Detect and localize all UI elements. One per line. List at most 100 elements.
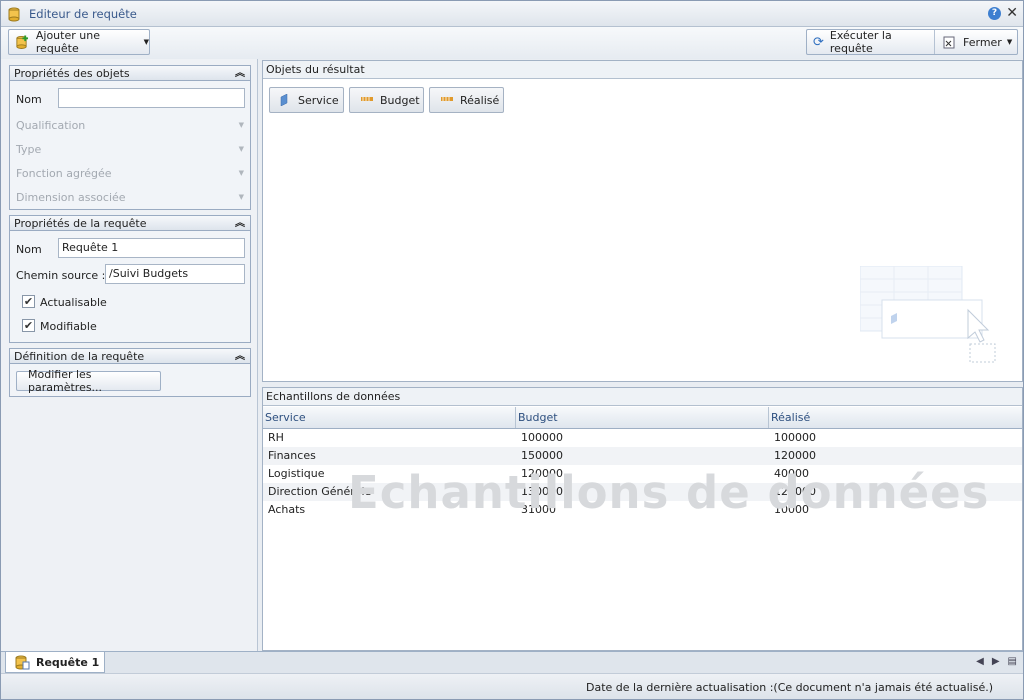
- document-tab-bar: Requête 1 ◀ ▶ ▤: [1, 651, 1023, 673]
- add-query-label: Ajouter une requête: [35, 29, 100, 55]
- last-refresh-status: Date de la dernière actualisation :(Ce d…: [586, 681, 993, 694]
- collapse-icon[interactable]: ︽: [235, 66, 245, 81]
- chevron-down-icon: ▼: [143, 38, 149, 46]
- run-query-button[interactable]: ⟳ Exécuter la requête: [807, 29, 935, 55]
- panel-title: Propriétés des objets: [14, 67, 130, 80]
- query-editor-window: Editeur de requête ? ✕ Ajouter une requê…: [0, 0, 1024, 700]
- refreshable-checkbox[interactable]: ✔: [22, 295, 35, 308]
- chevron-down-icon[interactable]: ▼: [239, 169, 244, 177]
- table-cell: 100000: [774, 431, 816, 444]
- query-name-field[interactable]: Requête 1: [58, 238, 245, 258]
- name-label: Nom: [16, 93, 42, 106]
- chevron-down-icon[interactable]: ▼: [239, 145, 244, 153]
- query-tab-icon: [15, 655, 30, 669]
- close-label: Fermer: [963, 35, 1002, 49]
- chevron-down-icon[interactable]: ▼: [239, 121, 244, 129]
- table-cell: Direction Générale: [268, 485, 372, 498]
- data-samples-table: Service Budget Réalisé RH 100000 100000 Fi…: [263, 407, 1022, 519]
- result-objects-title: Objets du résultat: [263, 61, 1022, 79]
- aggregate-label: Fonction agrégée: [16, 167, 112, 180]
- panel-header: Définition de la requête ︽: [10, 349, 250, 364]
- query-cylinder-icon: [8, 7, 20, 21]
- table-cell: 31000: [521, 503, 556, 516]
- measure-icon: [361, 97, 373, 101]
- title-bar: Editeur de requête ? ✕: [1, 1, 1023, 27]
- table-cell: 125000: [774, 485, 816, 498]
- table-cell: Logistique: [268, 467, 325, 480]
- result-objects-section: Objets du résultat Service Budget Réalis…: [262, 60, 1023, 382]
- close-icon[interactable]: ✕: [1006, 5, 1018, 21]
- result-object-label: Budget: [380, 93, 420, 107]
- table-row: Direction Générale 130000 125000: [263, 483, 1022, 501]
- column-header-budget[interactable]: Budget: [516, 407, 769, 428]
- table-header: Service Budget Réalisé: [263, 407, 1022, 429]
- table-cell: 10000: [774, 503, 809, 516]
- table-cell: 100000: [521, 431, 563, 444]
- source-path-label: Chemin source :: [16, 269, 106, 282]
- add-query-icon: [16, 35, 29, 49]
- column-header-service[interactable]: Service: [263, 407, 516, 428]
- tab-label: Requête 1: [36, 655, 100, 669]
- table-cell: 120000: [521, 467, 563, 480]
- chevron-down-icon: ▼: [1006, 38, 1013, 46]
- run-query-label: Exécuter la requête: [829, 29, 892, 55]
- tab-navigation: ◀ ▶ ▤: [976, 656, 1017, 667]
- collapse-icon[interactable]: ︽: [235, 216, 245, 231]
- source-path-field[interactable]: /Suivi Budgets: [105, 264, 245, 284]
- qualification-label: Qualification: [16, 119, 86, 132]
- table-row: Achats 31000 10000: [263, 501, 1022, 519]
- editable-label: Modifiable: [40, 320, 97, 333]
- table-cell: Finances: [268, 449, 316, 462]
- column-header-realise[interactable]: Réalisé: [769, 407, 1022, 428]
- close-button[interactable]: Fermer ▼: [935, 30, 1012, 54]
- measure-icon: [441, 97, 453, 101]
- refreshable-label: Actualisable: [40, 296, 107, 309]
- table-row: Finances 150000 120000: [263, 447, 1022, 465]
- help-icon[interactable]: ?: [988, 7, 1001, 20]
- panel-title: Définition de la requête: [14, 350, 145, 363]
- refresh-icon: ⟳: [813, 34, 824, 50]
- run-close-group: ⟳ Exécuter la requête Fermer ▼: [806, 29, 1018, 55]
- result-object-label: Service: [298, 93, 339, 107]
- previous-tab-icon[interactable]: ◀: [976, 656, 984, 667]
- type-label: Type: [16, 143, 42, 156]
- object-name-field[interactable]: [58, 88, 245, 108]
- object-properties-panel: Propriétés des objets ︽ Nom Qualification…: [9, 65, 251, 210]
- data-samples-section: Echantillons de données Service Budget R…: [262, 387, 1023, 651]
- table-cell: RH: [268, 431, 284, 444]
- status-bar: Date de la dernière actualisation :(Ce d…: [1, 673, 1023, 699]
- result-object-budget[interactable]: Budget: [349, 87, 424, 113]
- query-properties-panel: Propriétés de la requête ︽ Nom Requête 1 …: [9, 215, 251, 343]
- table-cell: 120000: [774, 449, 816, 462]
- table-cell: 130000: [521, 485, 563, 498]
- table-cell: Achats: [268, 503, 306, 516]
- add-query-button[interactable]: Ajouter une requête ▼: [8, 29, 150, 55]
- edit-parameters-button[interactable]: Modifier les paramètres...: [16, 368, 161, 394]
- tab-list-icon[interactable]: ▤: [1008, 656, 1017, 667]
- panel-header: Propriétés de la requête ︽: [10, 216, 250, 231]
- drag-drop-illustration-icon: [860, 266, 996, 363]
- next-tab-icon[interactable]: ▶: [992, 656, 1000, 667]
- left-pane: Propriétés des objets ︽ Nom Qualification…: [1, 59, 258, 651]
- panel-header: Propriétés des objets ︽: [10, 66, 250, 81]
- query-definition-panel: Définition de la requête ︽ Modifier les p…: [9, 348, 251, 397]
- table-cell: 150000: [521, 449, 563, 462]
- result-object-label: Réalisé: [460, 93, 500, 107]
- editable-checkbox[interactable]: ✔: [22, 319, 35, 332]
- dimension-label: Dimension associée: [16, 191, 126, 204]
- table-body: RH 100000 100000 Finances 150000 120000 Logi…: [263, 429, 1022, 519]
- query-name-label: Nom: [16, 243, 42, 256]
- chevron-down-icon[interactable]: ▼: [239, 193, 244, 201]
- table-row: RH 100000 100000: [263, 429, 1022, 447]
- data-samples-title: Echantillons de données: [263, 388, 1022, 406]
- dimension-icon: [280, 94, 288, 106]
- table-cell: 40000: [774, 467, 809, 480]
- collapse-icon[interactable]: ︽: [235, 349, 245, 364]
- close-document-icon: [943, 36, 955, 49]
- tab-requete-1[interactable]: Requête 1: [5, 652, 105, 673]
- toolbar: Ajouter une requête ▼ ⟳ Exécuter la requ…: [1, 27, 1023, 59]
- window-title: Editeur de requête: [29, 6, 137, 21]
- panel-title: Propriétés de la requête: [14, 217, 147, 230]
- result-object-service[interactable]: Service: [269, 87, 344, 113]
- result-object-realise[interactable]: Réalisé: [429, 87, 504, 113]
